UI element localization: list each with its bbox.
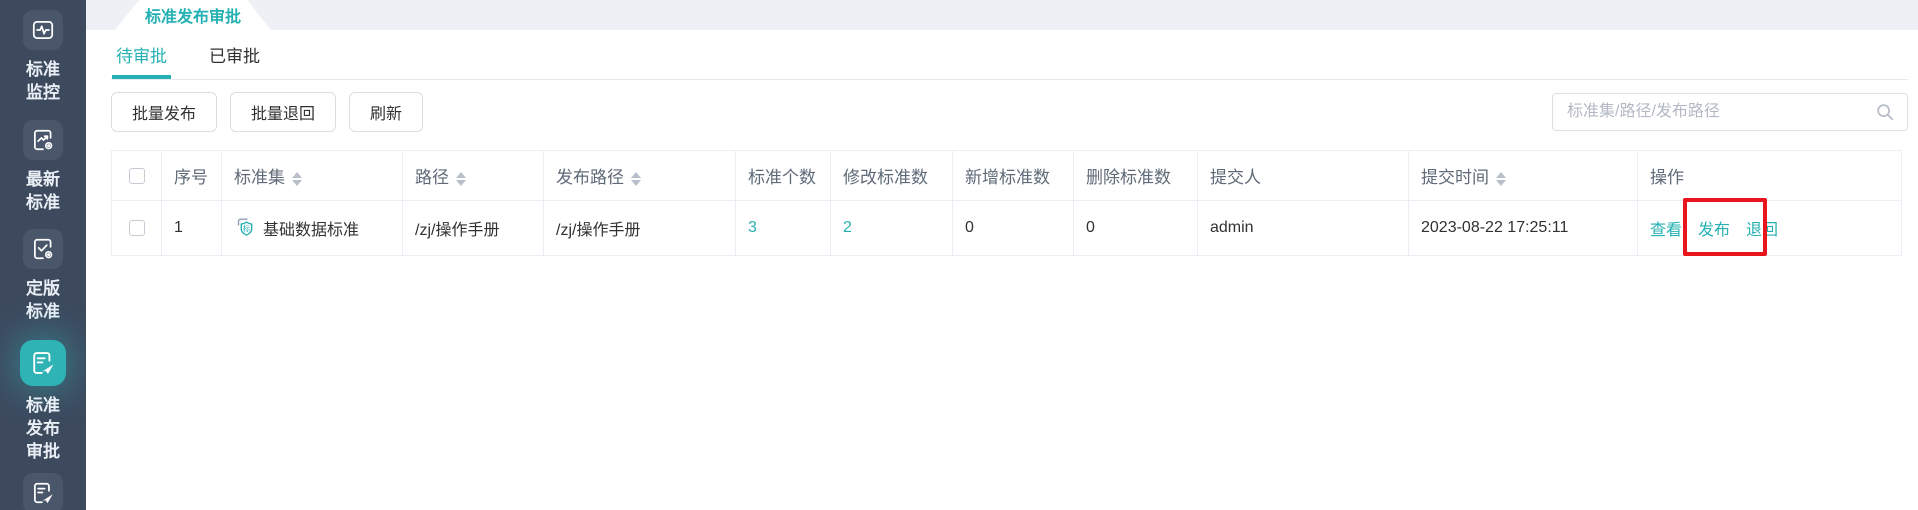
row-checkbox[interactable]: [128, 219, 145, 236]
standard-set-badge-icon: 标: [237, 218, 253, 236]
sidebar: 标准 监控 最新 标准 定版 标准 标准 发布 审批: [0, 0, 86, 510]
cell-seq: 1: [161, 200, 222, 256]
sort-caret-icon[interactable]: [631, 171, 641, 186]
content-panel: 待审批 已审批 批量发布 批量退回 刷新 标准集/路径/发布路径 序号 标准集 …: [86, 30, 1918, 256]
sidebar-item-standard-monitor[interactable]: 标准 监控: [0, 10, 86, 104]
monitor-pulse-icon: [23, 10, 63, 50]
column-header-submitter: 提交人: [1197, 150, 1409, 201]
search-input[interactable]: [1552, 93, 1908, 131]
column-header-added-count: 新增标准数: [952, 150, 1074, 201]
cell-publish-path: /zj/操作手册: [543, 200, 736, 256]
column-header-publish-path[interactable]: 发布路径: [543, 150, 736, 201]
sidebar-item-latest-standard[interactable]: 最新 标准: [0, 120, 86, 214]
standard-count-link[interactable]: 3: [748, 219, 757, 236]
column-header-path[interactable]: 路径: [402, 150, 544, 201]
column-header-standard-count: 标准个数: [735, 150, 831, 201]
column-header-modified-count: 修改标准数: [830, 150, 953, 201]
column-header-submit-time[interactable]: 提交时间: [1408, 150, 1638, 201]
doc-check-gear-icon: [23, 229, 63, 269]
toolbar: 批量发布 批量退回 刷新: [111, 92, 1908, 132]
approval-table: 序号 标准集 路径 发布路径 标准个数 修改标准数 新增标准数 删除标准数 提交…: [111, 150, 1902, 256]
sidebar-item-label: 最新: [26, 170, 60, 189]
sidebar-item-label: 标准: [26, 302, 60, 321]
cell-standard-count: 3: [735, 200, 831, 256]
cell-submit-time: 2023-08-22 17:25:11: [1408, 200, 1638, 256]
batch-return-button[interactable]: 批量退回: [230, 92, 337, 132]
column-header-deleted-count: 删除标准数: [1073, 150, 1198, 201]
modified-count-link[interactable]: 2: [843, 219, 852, 236]
column-header-actions: 操作: [1637, 150, 1902, 201]
batch-publish-button[interactable]: 批量发布: [111, 92, 218, 132]
doc-send-icon: [23, 473, 63, 510]
cell-actions: 查看 发布 退回: [1637, 198, 1902, 256]
refresh-button[interactable]: 刷新: [349, 92, 424, 132]
search-icon[interactable]: [1874, 101, 1896, 123]
sidebar-item-label: 审批: [26, 442, 60, 461]
search-box: [1552, 93, 1908, 131]
sidebar-item-standard-publish-approval[interactable]: 标准 发布 审批: [0, 340, 86, 463]
cell-added-count: 0: [952, 200, 1074, 256]
tab-standard-publish-approval[interactable]: 标准发布审批: [115, 0, 271, 30]
cell-deleted-count: 0: [1073, 200, 1198, 256]
doc-trend-gear-icon: [23, 120, 63, 160]
sidebar-item-label: 标准: [26, 396, 60, 415]
cell-standard-set: 标 基础数据标准: [221, 200, 403, 256]
sidebar-item-label: 标准: [26, 60, 60, 79]
svg-text:标: 标: [243, 223, 251, 233]
subtab-approved[interactable]: 已审批: [205, 30, 264, 79]
sort-caret-icon[interactable]: [1496, 171, 1506, 186]
column-header-seq: 序号: [161, 150, 222, 201]
sidebar-item-mapping[interactable]: 映射: [0, 473, 86, 510]
select-all-checkbox[interactable]: [128, 168, 145, 185]
subtab-pending-approval[interactable]: 待审批: [112, 30, 171, 79]
sub-tabs: 待审批 已审批: [111, 30, 1908, 80]
doc-send-icon: [20, 340, 66, 386]
view-action-link[interactable]: 查看: [1650, 222, 1682, 239]
sidebar-item-label: 发布: [26, 419, 60, 438]
sidebar-item-label: 监控: [26, 83, 60, 102]
return-action-link[interactable]: 退回: [1746, 222, 1778, 239]
column-header-standard-set[interactable]: 标准集: [221, 150, 403, 201]
main-area: 标准发布审批 待审批 已审批 批量发布 批量退回 刷新 标准集/路径/发布路径 …: [86, 0, 1918, 510]
sort-caret-icon[interactable]: [292, 171, 302, 186]
cell-path: /zj/操作手册: [402, 200, 544, 256]
publish-action-link[interactable]: 发布: [1698, 222, 1730, 239]
cell-modified-count: 2: [830, 200, 953, 256]
tab-strip: 标准发布审批: [86, 0, 1918, 30]
cell-submitter: admin: [1197, 200, 1409, 256]
table-header-row: 序号 标准集 路径 发布路径 标准个数 修改标准数 新增标准数 删除标准数 提交…: [111, 150, 1902, 201]
table-row: 1 标 基础数据标准 /zj/操作手册 /zj/操作手册 3 2 0 0 adm…: [111, 198, 1902, 256]
sidebar-item-label: 定版: [26, 279, 60, 298]
sidebar-item-label: 标准: [26, 193, 60, 212]
sidebar-item-finalized-standard[interactable]: 定版 标准: [0, 229, 86, 323]
sort-caret-icon[interactable]: [456, 171, 466, 186]
